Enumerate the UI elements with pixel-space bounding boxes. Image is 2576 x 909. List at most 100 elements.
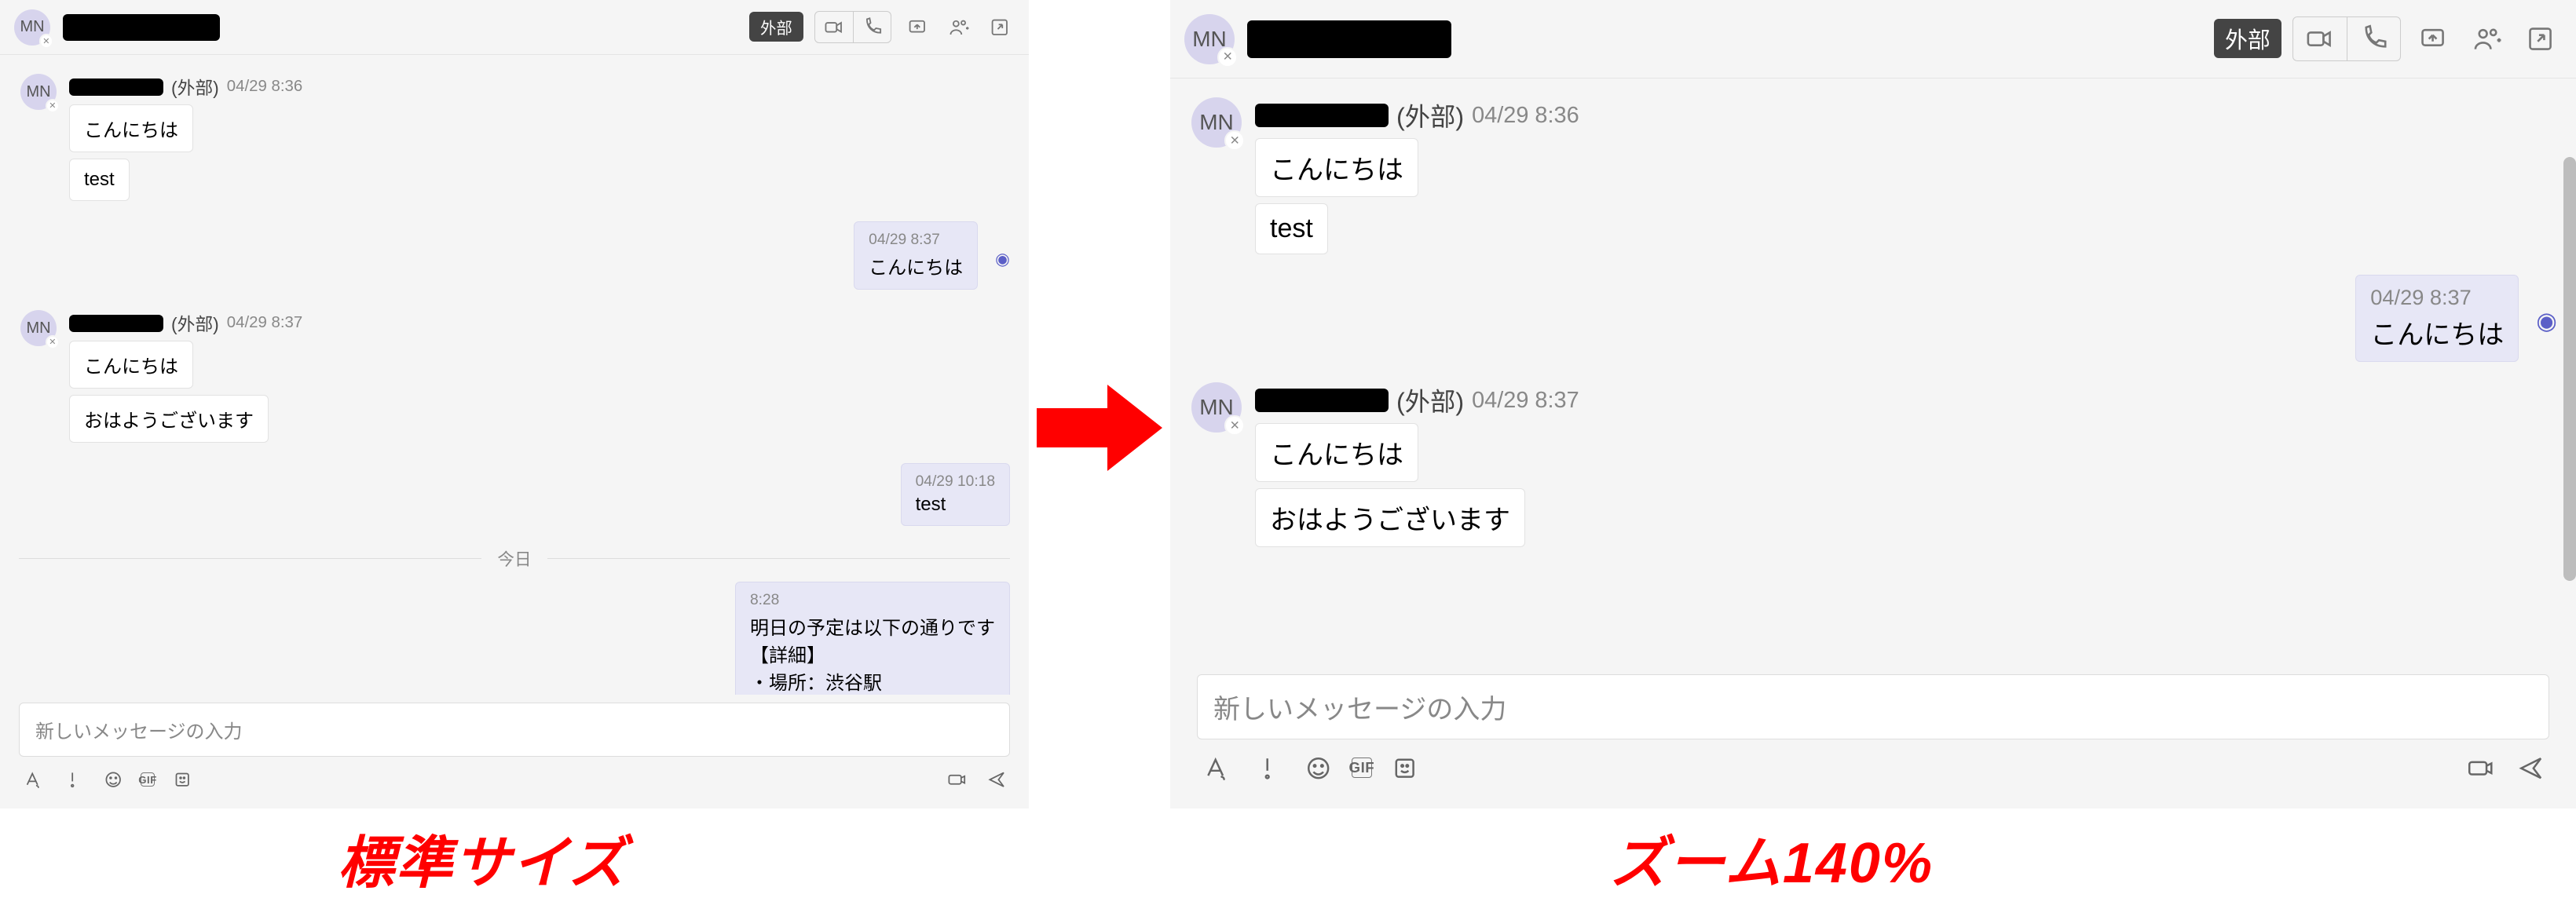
priority-button[interactable] (1249, 749, 1286, 787)
caption-standard: 標準サイズ (338, 816, 627, 899)
gif-button[interactable]: GIF (1352, 758, 1372, 778)
timestamp: 8:28 (750, 592, 995, 609)
avatar[interactable]: MN✕ (1191, 97, 1242, 148)
message-row-self: 04/29 8:37こんにちは◉ (19, 221, 1010, 296)
external-badge: 外部 (2214, 19, 2281, 58)
audio-call-button[interactable] (2347, 17, 2400, 60)
composer-toolbar: GIF (1197, 749, 2549, 787)
share-screen-button[interactable] (902, 12, 932, 42)
message-bubble[interactable]: 04/29 8:37こんにちは (854, 221, 978, 290)
call-button-group (814, 11, 891, 42)
popout-button[interactable] (985, 12, 1015, 42)
add-people-button[interactable] (2465, 17, 2508, 60)
external-label: (外部) (1396, 382, 1464, 418)
message-bubble[interactable]: 8:28明日の予定は以下の通りです【詳細】・場所：渋谷駅 (735, 582, 1010, 695)
video-call-button[interactable] (815, 12, 853, 42)
timestamp: 04/29 8:37 (869, 232, 963, 249)
message-input[interactable]: 新しいメッセージの入力 (19, 703, 1010, 757)
timestamp: 04/29 8:36 (227, 78, 302, 96)
message-meta: (外部) 04/29 8:37 (69, 310, 302, 336)
avatar[interactable]: MN ✕ (14, 9, 50, 46)
message-bubble[interactable]: おはようございます (1255, 488, 1525, 547)
timestamp: 04/29 8:36 (1472, 103, 1579, 129)
message-row-other: MN✕ (外部) 04/29 8:37 こんにちはおはようございます (1189, 382, 2557, 553)
timestamp: 04/29 10:18 (916, 473, 995, 491)
format-button[interactable] (1197, 749, 1235, 787)
presence-icon: ✕ (1224, 130, 1245, 151)
contact-name-redacted (63, 14, 220, 41)
timestamp: 04/29 8:37 (2370, 285, 2504, 310)
external-label: (外部) (171, 74, 219, 100)
sender-name-redacted (1255, 104, 1389, 127)
presence-icon: ✕ (46, 335, 60, 349)
avatar[interactable]: MN ✕ (1184, 14, 1235, 64)
chat-panel-standard: MN ✕ 外部 MN✕(外部)04/29 8:36こんにちはtest04/29 … (0, 0, 1029, 809)
message-list: MN✕(外部)04/29 8:36こんにちはtest04/29 8:37こんにち… (1170, 78, 2576, 663)
scrollbar-thumb[interactable] (2563, 157, 2576, 581)
message-bubble[interactable]: test (69, 159, 130, 201)
attach-button[interactable] (2461, 749, 2498, 787)
presence-icon: ✕ (1217, 47, 1238, 68)
message-meta: (外部) 04/29 8:36 (1255, 97, 1579, 133)
message-row-self: 04/29 10:18test (19, 463, 1010, 532)
message-bubble[interactable]: こんにちは (1255, 138, 1418, 197)
popout-button[interactable] (2519, 17, 2562, 60)
message-bubble[interactable]: test (1255, 203, 1328, 254)
caption-zoomed: ズーム140% (1610, 816, 1934, 899)
audio-call-button[interactable] (853, 12, 891, 42)
message-input[interactable]: 新しいメッセージの入力 (1197, 674, 2549, 739)
video-call-button[interactable] (2293, 17, 2347, 60)
message-bubble[interactable]: 04/29 10:18test (901, 463, 1010, 526)
avatar[interactable]: MN✕ (20, 310, 57, 346)
message-bubble[interactable]: 04/29 8:37こんにちは (2355, 275, 2519, 362)
external-badge: 外部 (749, 12, 803, 42)
message-row-other: MN✕ (外部) 04/29 8:36 こんにちは test (19, 74, 1010, 207)
attach-button[interactable] (943, 766, 970, 793)
sticker-button[interactable] (169, 766, 196, 793)
message-row-self: 04/29 8:37こんにちは ◉ (1189, 275, 2557, 368)
avatar-initials: MN (20, 18, 44, 36)
timestamp: 04/29 8:37 (1472, 388, 1579, 414)
message-bubble[interactable]: こんにちは (69, 341, 193, 389)
message-row-self: 8:28明日の予定は以下の通りです【詳細】・場所：渋谷駅 (19, 582, 1010, 695)
external-label: (外部) (1396, 97, 1464, 133)
priority-button[interactable] (60, 766, 86, 793)
message-row-other: MN✕ (外部) 04/29 8:36 こんにちは test (1189, 97, 2557, 261)
contact-name-redacted (1247, 20, 1451, 58)
composer-area: 新しいメッセージの入力 GIF (0, 695, 1029, 809)
emoji-button[interactable] (1300, 749, 1337, 787)
format-button[interactable] (19, 766, 46, 793)
sender-name-redacted (69, 78, 163, 96)
message-bubble[interactable]: おはようございます (69, 395, 269, 443)
message-bubble[interactable]: こんにちは (1255, 423, 1418, 482)
sender-name-redacted (1255, 389, 1389, 412)
share-screen-button[interactable] (2412, 17, 2454, 60)
composer-toolbar: GIF (19, 766, 1010, 793)
avatar-initials: MN (1192, 27, 1227, 52)
sticker-button[interactable] (1386, 749, 1424, 787)
message-row-other: MN✕ (外部) 04/29 8:37 こんにちはおはようございます (19, 310, 1010, 449)
gif-button[interactable]: GIF (141, 772, 155, 787)
send-button[interactable] (983, 766, 1010, 793)
seen-icon: ◉ (2536, 308, 2557, 335)
avatar[interactable]: MN✕ (1191, 382, 1242, 433)
chat-header: MN ✕ 外部 (1170, 0, 2576, 78)
arrow-annotation (1037, 385, 1162, 471)
sender-name-redacted (69, 315, 163, 332)
composer-area: 新しいメッセージの入力 GIF (1170, 663, 2576, 809)
call-button-group (2292, 16, 2401, 60)
send-button[interactable] (2512, 749, 2549, 787)
day-separator: 今日 (19, 546, 1010, 571)
external-label: (外部) (171, 310, 219, 336)
timestamp: 04/29 8:37 (227, 314, 302, 332)
presence-icon: ✕ (39, 34, 53, 48)
add-people-button[interactable] (943, 12, 973, 42)
emoji-button[interactable] (100, 766, 126, 793)
avatar[interactable]: MN✕ (20, 74, 57, 110)
chat-header: MN ✕ 外部 (0, 0, 1029, 55)
header-actions: 外部 (749, 11, 1015, 42)
message-bubble[interactable]: こんにちは (69, 104, 193, 152)
presence-icon: ✕ (46, 99, 60, 113)
message-meta: (外部) 04/29 8:36 (69, 74, 302, 100)
header-actions: 外部 (2214, 16, 2562, 60)
